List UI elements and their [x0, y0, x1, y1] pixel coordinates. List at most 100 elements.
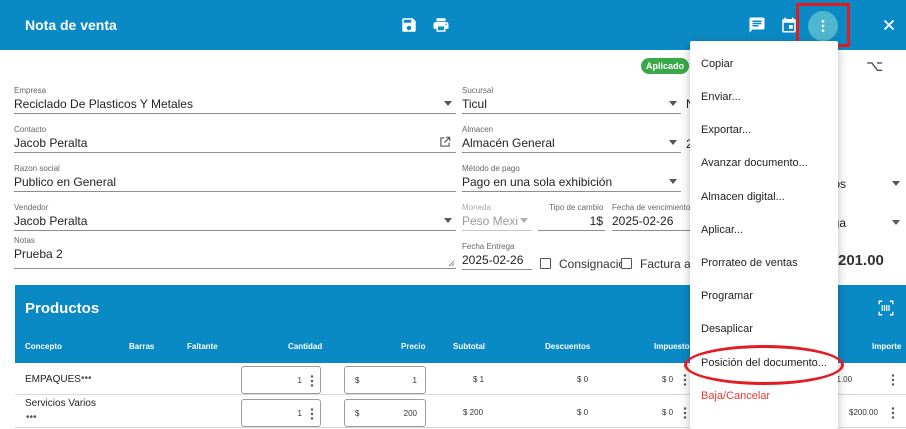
barcode-scan-icon[interactable] [877, 299, 895, 317]
razon-social-field[interactable]: Razon social Publico en General [14, 164, 456, 192]
concepto-value: Servicios Varios [25, 398, 96, 409]
menu-item-copiar[interactable]: Copiar [690, 48, 838, 81]
tipo-cambio-value: 1$ [589, 214, 603, 228]
menu-item-programar[interactable]: Programar [690, 280, 838, 313]
precio-input[interactable]: $ 1 [344, 366, 426, 394]
more-vert-icon[interactable] [310, 375, 314, 387]
metodo-pago-label: Método de pago [462, 164, 520, 173]
moneda-value: Peso Mexi [462, 214, 519, 228]
col-subtotal: Subtotal [453, 342, 485, 351]
metodo-pago-value: Pago en una sola exhibición [462, 175, 613, 189]
print-icon[interactable] [432, 16, 450, 34]
sucursal-field[interactable]: Sucursal Ticul [462, 86, 681, 114]
chevron-down-icon [444, 218, 452, 223]
menu-item-enviar[interactable]: Enviar... [690, 81, 838, 114]
fecha-entrega-value: 2025-02-26 [462, 253, 524, 267]
more-vert-icon[interactable] [683, 374, 687, 386]
importe-value: $200.00 [849, 408, 878, 417]
impuestos-value: $ 0 [662, 375, 674, 384]
cantidad-input[interactable]: 1 [241, 366, 321, 394]
sucursal-value: Ticul [462, 97, 487, 111]
factura-checkbox[interactable] [621, 258, 632, 269]
col-concepto: Concepto [25, 342, 62, 351]
highlight-oval [684, 345, 844, 385]
col-precio: Precio [401, 342, 426, 351]
col-importe: Importe [872, 342, 902, 351]
col-barras: Barras [129, 342, 155, 351]
almacen-field[interactable]: Almacen Almacén General [462, 125, 681, 153]
sucursal-label: Sucursal [462, 86, 494, 95]
option-key-icon[interactable]: ⌥ [866, 57, 883, 75]
contacto-value: Jacob Peralta [14, 136, 88, 150]
comment-icon[interactable] [748, 16, 766, 34]
descuentos-value: $ 0 [577, 408, 589, 417]
subtotal-value: $ 1 [473, 375, 485, 384]
page-title: Nota de venta [25, 17, 117, 33]
open-external-icon[interactable] [438, 135, 452, 149]
almacen-value: Almacén General [462, 136, 555, 150]
consignacion-checkbox[interactable] [540, 258, 551, 269]
chevron-down-icon [892, 220, 900, 225]
precio-input[interactable]: $ 200 [344, 399, 426, 427]
more-vert-icon[interactable] [808, 11, 838, 41]
menu-item-almacen-digital[interactable]: Almacen digital... [690, 181, 838, 214]
menu-item-aplicar[interactable]: Aplicar... [690, 214, 838, 247]
more-vert-icon[interactable] [891, 407, 895, 419]
cantidad-input[interactable]: 1 [241, 399, 321, 427]
save-icon[interactable] [400, 16, 418, 34]
tipo-cambio-field[interactable]: Tipo de cambio 1$ [538, 203, 605, 231]
subtotal-value: $ 200 [463, 408, 484, 417]
more-horiz-icon[interactable]: ••• [26, 412, 37, 423]
empresa-field[interactable]: Empresa Reciclado De Plasticos Y Metales [14, 86, 456, 114]
cantidad-value: 1 [297, 409, 302, 418]
empresa-value: Reciclado De Plasticos Y Metales [14, 97, 193, 111]
razon-social-label: Razon social [14, 164, 60, 173]
more-vert-icon[interactable] [310, 408, 314, 420]
chevron-down-icon [892, 181, 900, 186]
col-cantidad: Cantidad [288, 342, 323, 351]
moneda-field[interactable]: Moneda Peso Mexi [462, 203, 532, 231]
chevron-down-icon [669, 140, 677, 145]
products-title: Productos [25, 300, 100, 317]
fecha-entrega-field[interactable]: Fecha Entrega 2025-02-26 [462, 242, 532, 270]
precio-value: 200 [403, 409, 417, 418]
vendedor-field[interactable]: Vendedor Jacob Peralta [14, 203, 456, 231]
chevron-down-icon [520, 218, 528, 223]
notas-field[interactable]: Notas Prueba 2 [14, 236, 456, 269]
fecha-vencimiento-label: Fecha de vencimiento [612, 203, 691, 212]
precio-value: 1 [412, 376, 417, 385]
col-descuentos: Descuentos [545, 342, 591, 351]
menu-item-desaplicar[interactable]: Desaplicar [690, 313, 838, 346]
more-vert-icon[interactable] [683, 407, 687, 419]
descuentos-value: $ 0 [577, 375, 589, 384]
col-impuestos: Impuestos [654, 342, 695, 351]
menu-item-prorrateo-ventas[interactable]: Prorrateo de ventas [690, 247, 838, 280]
more-horiz-icon[interactable]: ••• [81, 373, 92, 384]
close-icon[interactable] [880, 16, 898, 34]
notas-label: Notas [14, 236, 35, 245]
cantidad-value: 1 [297, 376, 302, 385]
fecha-entrega-label: Fecha Entrega [462, 242, 515, 251]
resize-handle-icon[interactable] [448, 260, 455, 267]
concepto-value: EMPAQUES [25, 374, 81, 385]
factura-label: Factura au [640, 257, 698, 271]
contacto-field[interactable]: Contacto Jacob Peralta [14, 125, 456, 153]
empresa-label: Empresa [14, 86, 47, 95]
menu-item-avanzar-documento[interactable]: Avanzar documento... [690, 147, 838, 180]
fecha-vencimiento-value: 2025-02-26 [612, 214, 674, 228]
currency-symbol: $ [355, 376, 360, 385]
more-vert-icon[interactable] [891, 374, 895, 386]
tipo-cambio-label: Tipo de cambio [549, 203, 604, 212]
vendedor-label: Vendedor [14, 203, 49, 212]
metodo-pago-field[interactable]: Método de pago Pago en una sola exhibici… [462, 164, 681, 192]
contacto-label: Contacto [14, 125, 47, 134]
currency-symbol: $ [355, 409, 360, 418]
razon-social-value: Publico en General [14, 175, 117, 189]
impuestos-value: $ 0 [662, 408, 674, 417]
vendedor-value: Jacob Peralta [14, 214, 88, 228]
chevron-down-icon [669, 179, 677, 184]
chevron-down-icon [669, 101, 677, 106]
total-value: 201.00 [838, 252, 884, 269]
fecha-vencimiento-field[interactable]: Fecha de vencimiento 2025-02-26 [612, 203, 690, 231]
menu-item-exportar[interactable]: Exportar... [690, 114, 838, 147]
